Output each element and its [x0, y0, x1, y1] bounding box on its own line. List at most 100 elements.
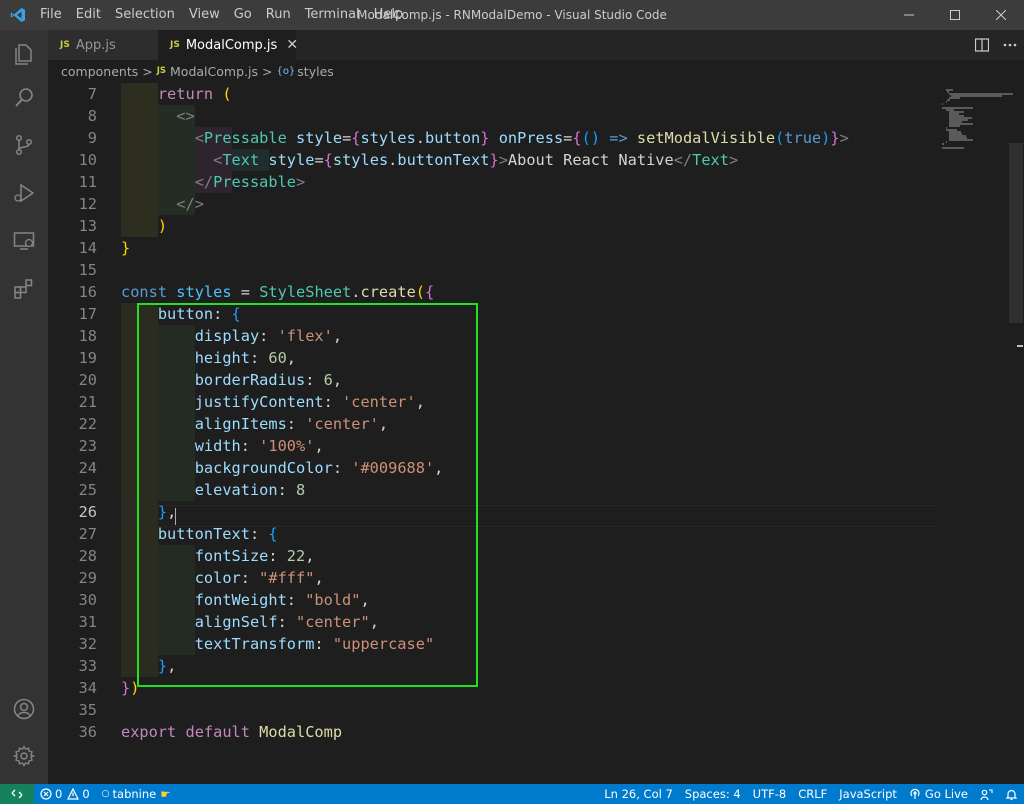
- hand-pointer-icon: ☛: [160, 787, 171, 801]
- breadcrumb-symbol[interactable]: styles: [297, 64, 334, 79]
- indentation[interactable]: Spaces: 4: [679, 784, 747, 804]
- code-line[interactable]: 12 </>: [48, 193, 938, 215]
- line-number: 22: [78, 415, 97, 433]
- chevron-right-icon: >: [142, 63, 153, 79]
- code-line[interactable]: 8 <>: [48, 105, 938, 127]
- notifications-button[interactable]: [999, 784, 1024, 804]
- source-control-icon[interactable]: [0, 121, 48, 169]
- text-cursor: [175, 508, 176, 525]
- run-debug-icon[interactable]: [0, 169, 48, 217]
- line-number: 35: [78, 701, 97, 719]
- code-editor[interactable]: 7 return (8 <> 9 <Pressable style={styles…: [48, 83, 1024, 784]
- code-text: <>: [176, 107, 195, 125]
- minimap-line: [949, 125, 960, 127]
- breadcrumb-folder[interactable]: components: [61, 64, 138, 79]
- line-number: 16: [78, 283, 97, 301]
- warning-icon: [67, 788, 80, 800]
- menu-help[interactable]: Help: [367, 0, 411, 30]
- line-number: 33: [78, 657, 97, 675]
- line-number: 19: [78, 349, 97, 367]
- menu-edit[interactable]: Edit: [69, 0, 108, 30]
- code-text: }: [121, 239, 131, 257]
- extensions-icon[interactable]: [0, 265, 48, 313]
- end-of-line[interactable]: CRLF: [792, 784, 833, 804]
- bell-icon: [1005, 789, 1018, 800]
- code-line[interactable]: 14}: [48, 237, 938, 259]
- go-live-button[interactable]: Go Live: [903, 784, 974, 804]
- line-number: 21: [78, 393, 97, 411]
- js-file-icon: JS: [60, 40, 70, 50]
- manage-gear-icon[interactable]: [0, 732, 48, 780]
- code-text: ): [157, 217, 168, 235]
- tabnine-logo-icon: ○: [101, 789, 110, 799]
- code-line[interactable]: 16 const styles = StyleSheet.create({: [48, 281, 938, 303]
- tab-label: App.js: [75, 37, 116, 53]
- tabnine-status[interactable]: ○ tabnine ☛: [96, 784, 177, 804]
- feedback-button[interactable]: [974, 784, 999, 804]
- minimap[interactable]: [938, 83, 1024, 149]
- minimize-icon: [904, 14, 914, 16]
- line-number: 26: [78, 503, 97, 521]
- menu-terminal[interactable]: Terminal: [298, 0, 367, 30]
- problems-indicator[interactable]: 0 0: [34, 784, 96, 804]
- js-file-icon: JS: [170, 40, 180, 50]
- code-text: </Pressable>: [194, 173, 306, 191]
- line-number: 31: [78, 613, 97, 631]
- error-count: 0: [55, 787, 63, 801]
- accounts-icon[interactable]: [0, 685, 48, 733]
- line-number: 20: [78, 371, 97, 389]
- tab-app-js[interactable]: JS App.js: [48, 30, 158, 60]
- overview-ruler-mark: [1017, 345, 1023, 347]
- editor-actions: [968, 30, 1024, 60]
- menu-view[interactable]: View: [182, 0, 227, 30]
- line-number: 18: [78, 327, 97, 345]
- code-text: <Pressable style={styles.button} onPress…: [194, 129, 849, 147]
- breadcrumb-file[interactable]: ModalComp.js: [170, 64, 258, 79]
- tabnine-label: tabnine: [112, 787, 157, 801]
- cursor-position[interactable]: Ln 26, Col 7: [598, 784, 679, 804]
- title-bar: File Edit Selection View Go Run Terminal…: [0, 0, 1024, 30]
- line-number: 10: [78, 151, 97, 169]
- menu-selection[interactable]: Selection: [108, 0, 182, 30]
- remote-explorer-icon[interactable]: [0, 217, 48, 265]
- maximize-icon: [950, 10, 960, 20]
- tab-modalcomp-js[interactable]: JS ModalComp.js ✕: [158, 30, 298, 60]
- activity-bar: [0, 30, 48, 784]
- line-number: 30: [78, 591, 97, 609]
- close-tab-icon[interactable]: ✕: [286, 37, 298, 53]
- code-line[interactable]: 7 return (: [48, 83, 938, 105]
- more-actions-icon[interactable]: [996, 30, 1024, 60]
- code-line[interactable]: 10 <Text style={styles.buttonText}>About…: [48, 149, 938, 171]
- line-number: 12: [78, 195, 97, 213]
- js-file-icon: JS: [156, 66, 167, 76]
- line-number: 29: [78, 569, 97, 587]
- search-icon[interactable]: [0, 73, 48, 121]
- error-icon: [40, 788, 52, 800]
- menu-go[interactable]: Go: [227, 0, 259, 30]
- code-line[interactable]: 36 export default ModalComp: [48, 721, 938, 743]
- line-number: 24: [78, 459, 97, 477]
- code-line[interactable]: 13 ): [48, 215, 938, 237]
- remote-indicator[interactable]: [0, 784, 34, 804]
- encoding[interactable]: UTF-8: [747, 784, 793, 804]
- go-live-label: Go Live: [924, 787, 968, 801]
- code-line[interactable]: 35: [48, 699, 938, 721]
- menu-file[interactable]: File: [36, 0, 69, 30]
- menu-run[interactable]: Run: [259, 0, 298, 30]
- close-icon: [996, 10, 1006, 20]
- breadcrumb: components > JS ModalComp.js > {o} style…: [48, 60, 1024, 82]
- minimize-button[interactable]: [886, 0, 932, 30]
- maximize-button[interactable]: [932, 0, 978, 30]
- code-line[interactable]: 9 <Pressable style={styles.button} onPre…: [48, 127, 938, 149]
- close-window-button[interactable]: [978, 0, 1024, 30]
- line-number: 36: [78, 723, 97, 741]
- scrollbar-thumb[interactable]: [1009, 143, 1023, 323]
- code-line[interactable]: 11 </Pressable>: [48, 171, 938, 193]
- language-mode[interactable]: JavaScript: [833, 784, 903, 804]
- split-editor-icon[interactable]: [968, 30, 996, 60]
- explorer-icon[interactable]: [0, 30, 48, 78]
- code-line[interactable]: 15: [48, 259, 938, 281]
- line-number: 7: [87, 85, 97, 103]
- minimap-line: [949, 139, 973, 141]
- warning-count: 0: [82, 787, 90, 801]
